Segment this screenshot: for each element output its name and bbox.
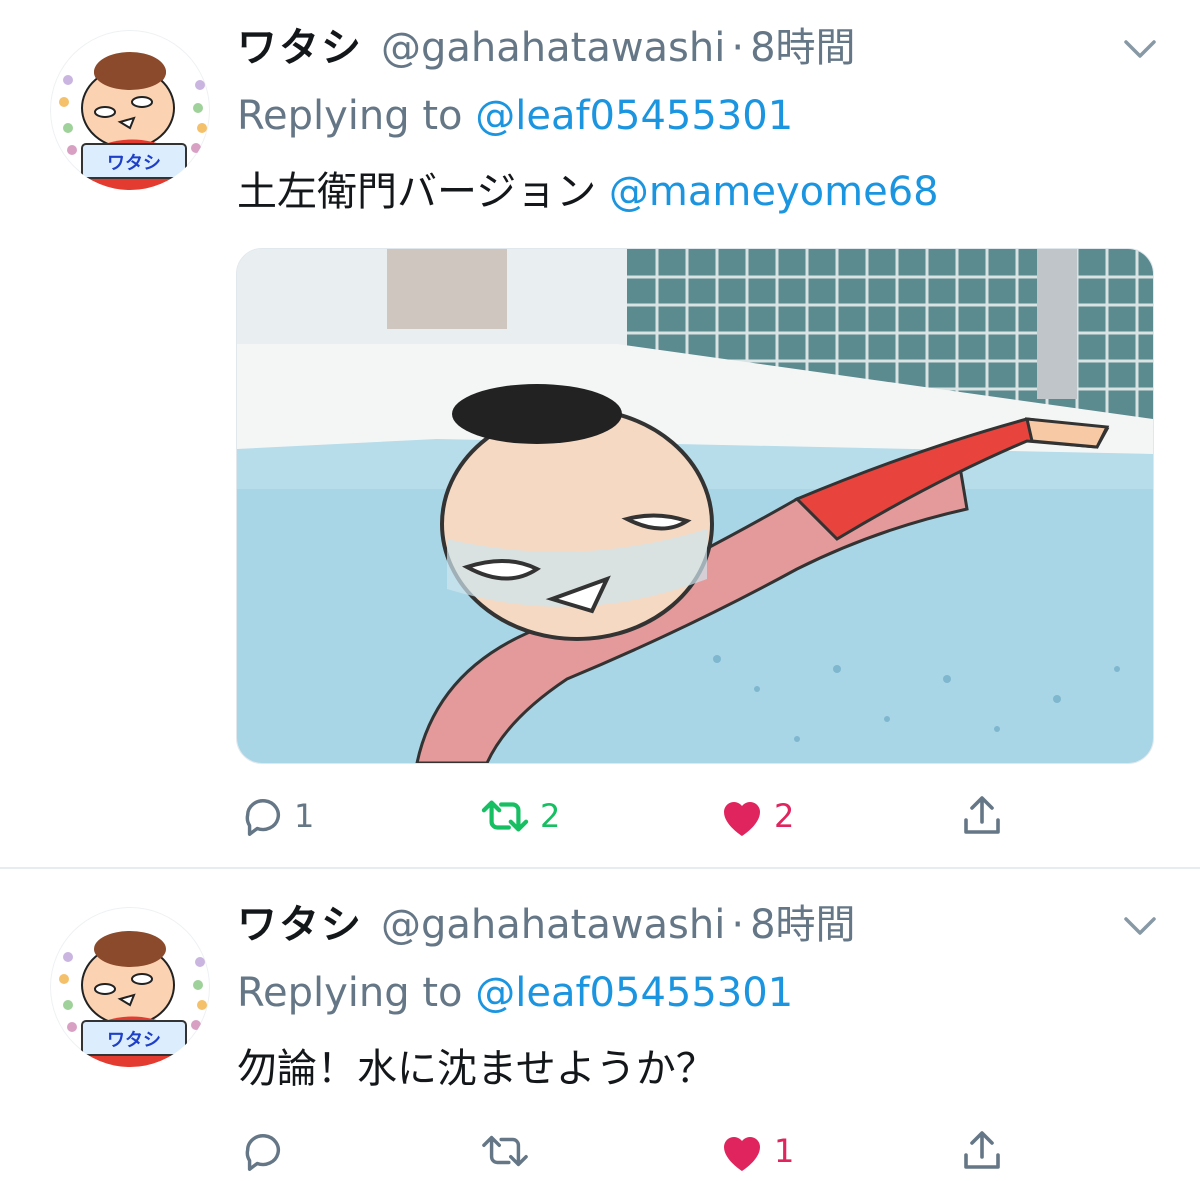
reply-icon: [245, 799, 281, 836]
display-name[interactable]: ワタシ: [237, 895, 363, 955]
mention-link[interactable]: @mameyome68: [609, 169, 939, 215]
reply-icon: [245, 1134, 281, 1171]
retweet-icon: [482, 1135, 528, 1167]
like-count: 2: [774, 797, 795, 835]
tweet-body: 勿論！水に沈ませようか？: [237, 1046, 716, 1092]
bathtub-illustration: [237, 249, 1153, 763]
share-button[interactable]: [958, 786, 1006, 846]
tweet-media-image[interactable]: [236, 248, 1154, 764]
retweet-button[interactable]: [478, 1121, 540, 1181]
svg-text:ワタシ: ワタシ: [107, 1030, 161, 1051]
share-icon: [964, 796, 1000, 834]
tweet-header: ワタシ @gahahatawashi · 8時間: [237, 18, 856, 78]
like-button[interactable]: 2: [718, 786, 794, 846]
tweet-body: 土左衛門バージョン: [237, 169, 597, 215]
user-handle[interactable]: @gahahatawashi: [381, 18, 725, 78]
replying-to-label: Replying to: [237, 93, 463, 139]
separator-dot: ·: [731, 902, 745, 948]
svg-text:ワタシ: ワタシ: [107, 153, 161, 174]
like-button[interactable]: 1: [718, 1121, 794, 1181]
user-handle[interactable]: @gahahatawashi: [381, 895, 725, 955]
chevron-down-icon[interactable]: [1120, 34, 1160, 64]
replying-to-handle[interactable]: @leaf05455301: [475, 93, 793, 139]
replying-to-label: Replying to: [237, 970, 463, 1016]
share-icon: [964, 1131, 1000, 1169]
share-button[interactable]: [958, 1121, 1006, 1181]
display-name[interactable]: ワタシ: [237, 18, 363, 78]
tweet-timestamp[interactable]: 8時間: [750, 895, 855, 955]
separator-dot: ·: [731, 25, 745, 71]
tweet-header: ワタシ @gahahatawashi · 8時間: [237, 895, 856, 955]
reply-count: 1: [294, 797, 315, 835]
avatar[interactable]: ワタシ: [50, 907, 210, 1067]
avatar-illustration: ワタシ: [59, 931, 207, 1067]
reply-button[interactable]: [240, 1121, 294, 1181]
avatar-illustration: ワタシ: [59, 52, 207, 190]
like-count: 1: [774, 1132, 795, 1170]
retweet-button[interactable]: 2: [478, 786, 560, 846]
tweet[interactable]: ワタシ ワタシ @gahahatawashi · 8時間 Replying to…: [0, 869, 1200, 1179]
avatar[interactable]: ワタシ: [50, 30, 210, 190]
reply-button[interactable]: 1: [240, 786, 314, 846]
retweet-icon: [481, 800, 529, 832]
replying-to-line: Replying to @leaf05455301: [237, 965, 793, 1021]
tweet-timestamp[interactable]: 8時間: [750, 18, 855, 78]
tweet-text: 勿論！水に沈ませようか？: [237, 1041, 716, 1097]
tweet[interactable]: ワタシ ワタシ @gahahatawashi · 8時間 Replying to…: [0, 0, 1200, 868]
retweet-count: 2: [540, 797, 561, 835]
replying-to-handle[interactable]: @leaf05455301: [475, 970, 793, 1016]
tweet-text: 土左衛門バージョン @mameyome68: [237, 164, 939, 220]
chevron-down-icon[interactable]: [1120, 911, 1160, 941]
replying-to-line: Replying to @leaf05455301: [237, 88, 793, 144]
heart-icon: [724, 802, 760, 836]
heart-icon: [724, 1137, 760, 1171]
